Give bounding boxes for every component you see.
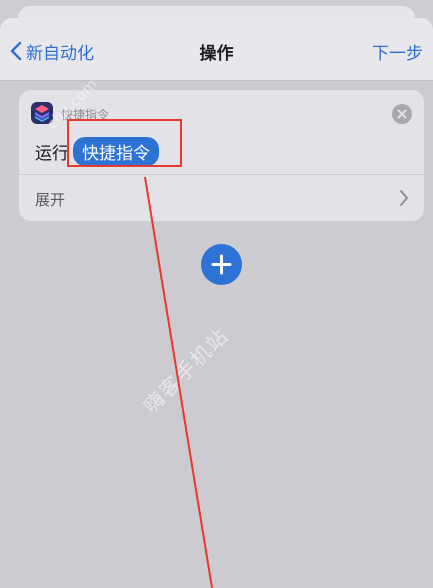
annotation-arrow: [144, 176, 213, 588]
